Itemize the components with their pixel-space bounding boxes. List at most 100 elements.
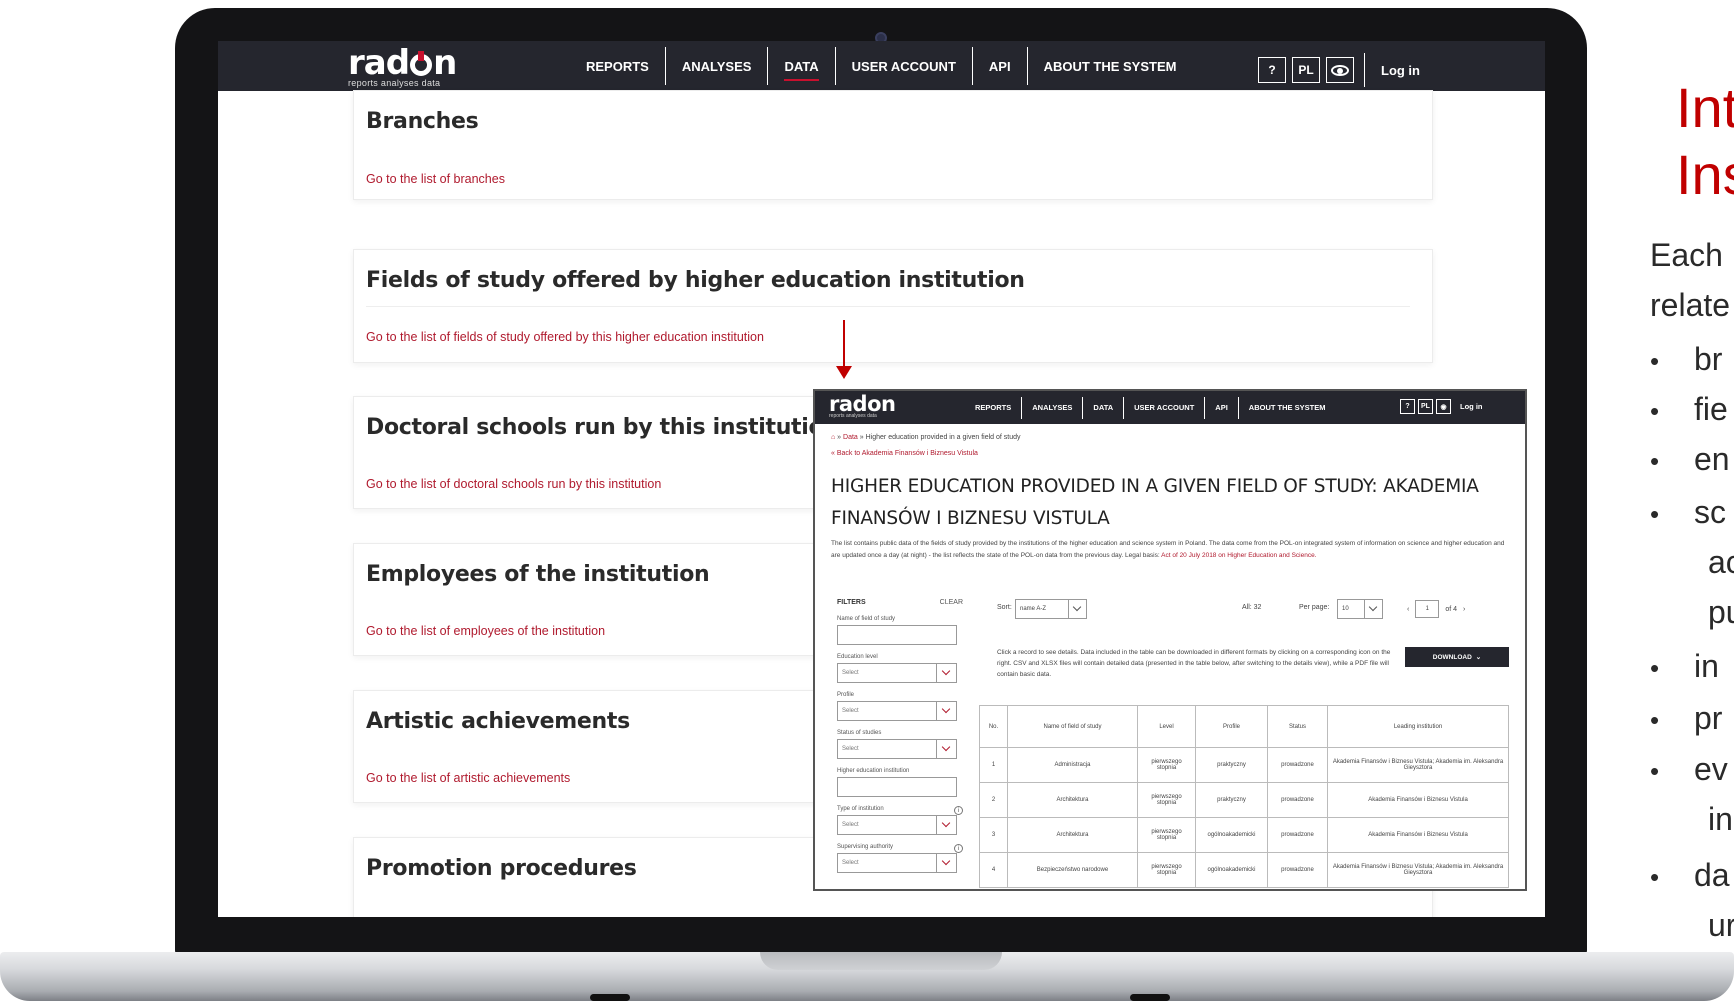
slide-bullet-continuation: in: [1708, 801, 1733, 837]
download-hint: Click a record to see details. Data incl…: [997, 649, 1391, 678]
inset-login-link[interactable]: Log in: [1460, 402, 1483, 411]
sort-bar: Sort: name A-Z All: 32 Per page: 10 ‹ 1 …: [997, 599, 1509, 619]
table-header[interactable]: Profile: [1195, 705, 1268, 748]
profile-select[interactable]: Select: [837, 701, 957, 721]
table-header[interactable]: Status: [1267, 705, 1328, 748]
inset-nav-api[interactable]: API: [1205, 396, 1239, 419]
fields-of-study-table: No. Name of field of study Level Profile…: [979, 705, 1509, 888]
chevron-down-icon: ⌄: [1475, 654, 1482, 661]
info-icon[interactable]: i: [954, 806, 963, 815]
table-row[interactable]: 2 Architektura pierwszego stopnia praktyczn…: [979, 782, 1509, 818]
breadcrumb: ⌂ » Data » Higher education provided in …: [831, 434, 1021, 441]
inset-nav-data[interactable]: DATA: [1083, 396, 1125, 419]
inset-help-button[interactable]: ?: [1400, 399, 1415, 414]
table-row[interactable]: 4 Bezpieczeństwo narodowe pierwszego stopn…: [979, 852, 1509, 888]
section-link[interactable]: Go to the list of artistic achievements: [366, 771, 570, 785]
radon-logo[interactable]: rad n reports analyses data: [348, 45, 457, 88]
prev-page-button[interactable]: ‹: [1407, 606, 1409, 613]
home-icon[interactable]: ⌂: [831, 434, 835, 441]
section-title: Fields of study offered by higher educat…: [366, 268, 1025, 293]
next-page-button[interactable]: ›: [1463, 606, 1465, 613]
slide-bullet: • br: [1650, 341, 1723, 377]
filters-label: FILTERS: [837, 599, 866, 606]
section-fields-of-study: Fields of study offered by higher educat…: [353, 249, 1433, 363]
back-link[interactable]: « Back to Akademia Finansów i Biznesu Vi…: [831, 450, 978, 457]
table-header[interactable]: Leading institution: [1327, 705, 1509, 748]
section-link[interactable]: Go to the list of employees of the insti…: [366, 624, 605, 638]
language-button[interactable]: PL: [1292, 57, 1320, 83]
slide-body-line: Each: [1650, 237, 1723, 273]
laptop-notch: [760, 952, 1002, 970]
info-icon[interactable]: i: [954, 844, 963, 853]
chevron-down-icon: [936, 854, 956, 872]
clear-filters-button[interactable]: CLEAR: [940, 599, 963, 606]
table-row[interactable]: 3 Architektura pierwszego stopnia ogólnoaka…: [979, 817, 1509, 853]
slide-body-line: relate: [1650, 287, 1731, 323]
pagination: ‹ 1 of 4 ›: [1407, 599, 1465, 619]
status-select[interactable]: Select: [837, 739, 957, 759]
inset-logo-tagline: reports analyses data: [829, 413, 877, 419]
section-title: Doctoral schools run by this institution: [366, 415, 839, 440]
breadcrumb-current: Higher education provided in a given fie…: [865, 434, 1021, 441]
inset-language-button[interactable]: PL: [1418, 399, 1433, 414]
section-title: Promotion procedures: [366, 856, 637, 881]
nav-data[interactable]: DATA: [768, 47, 836, 85]
table-header[interactable]: Name of field of study: [1007, 705, 1138, 748]
page-of-label: of 4: [1445, 605, 1458, 613]
chevron-down-icon: [936, 740, 956, 758]
slide-title-line: Inte: [1676, 76, 1734, 139]
slide-bullet-continuation: pu: [1708, 594, 1734, 630]
inset-nav-user-account[interactable]: USER ACCOUNT: [1124, 396, 1206, 419]
section-divider: [366, 306, 1410, 307]
download-button[interactable]: DOWNLOAD ⌄: [1405, 647, 1509, 667]
filter-label: Higher education institution: [837, 768, 910, 774]
field-of-study-input[interactable]: [837, 625, 957, 645]
nav-divider: [1364, 53, 1365, 87]
filter-label: Profile: [837, 692, 855, 698]
nav-user-account[interactable]: USER ACCOUNT: [836, 47, 973, 85]
section-link[interactable]: Go to the list of doctoral schools run b…: [366, 477, 661, 491]
callout-arrow: [843, 320, 845, 370]
institution-input[interactable]: [837, 777, 957, 797]
institution-type-select[interactable]: Select: [837, 815, 957, 835]
section-branches: Branches Go to the list of branches: [353, 90, 1433, 200]
logo-o-icon: [410, 51, 433, 76]
supervising-authority-select[interactable]: Select: [837, 853, 957, 873]
inset-eye-icon[interactable]: ◉: [1436, 399, 1451, 414]
inset-nav-reports[interactable]: REPORTS: [965, 396, 1023, 419]
slide-bullet: • en: [1650, 441, 1730, 477]
nav-about-the-system[interactable]: ABOUT THE SYSTEM: [1028, 47, 1193, 85]
inset-nav: radon reports analyses data REPORTS ANAL…: [815, 391, 1525, 424]
chevron-down-icon: [1068, 600, 1086, 618]
chevron-down-icon: [936, 816, 956, 834]
filters-panel: FILTERS CLEAR Name of field of study Edu…: [837, 599, 963, 882]
legal-basis-link[interactable]: Act of 20 July 2018 on Higher Education …: [1161, 552, 1316, 559]
table-header[interactable]: No.: [979, 705, 1008, 748]
nav-reports[interactable]: REPORTS: [570, 47, 666, 85]
slide-bullet-continuation: ur: [1708, 907, 1734, 943]
inset-nav-analyses[interactable]: ANALYSES: [1022, 396, 1084, 419]
table-row[interactable]: 1 Administracja pierwszego stopnia praktycz…: [979, 747, 1509, 783]
breadcrumb-data[interactable]: Data: [843, 434, 858, 441]
nav-api[interactable]: API: [973, 47, 1028, 85]
section-link[interactable]: Go to the list of branches: [366, 172, 505, 186]
filter-label: Status of studies: [837, 730, 882, 736]
login-link[interactable]: Log in: [1381, 63, 1420, 78]
sort-label: Sort:: [997, 604, 1012, 611]
table-header[interactable]: Level: [1137, 705, 1196, 748]
per-page-label: Per page:: [1299, 604, 1330, 611]
sort-select[interactable]: name A-Z: [1015, 599, 1087, 619]
laptop-foot: [590, 994, 630, 1001]
filter-label: Type of institution: [837, 806, 884, 812]
page-input[interactable]: 1: [1415, 600, 1440, 618]
section-link[interactable]: Go to the list of fields of study offere…: [366, 330, 764, 344]
inset-nav-about[interactable]: ABOUT THE SYSTEM: [1239, 397, 1336, 419]
contrast-button[interactable]: [1326, 57, 1354, 83]
filter-label: Education level: [837, 654, 878, 660]
laptop-foot: [1130, 994, 1170, 1001]
nav-analyses[interactable]: ANALYSES: [666, 47, 769, 85]
inset-screenshot: radon reports analyses data REPORTS ANAL…: [813, 389, 1527, 891]
education-level-select[interactable]: Select: [837, 663, 957, 683]
help-button[interactable]: ?: [1258, 57, 1286, 83]
per-page-select[interactable]: 10: [1337, 599, 1383, 619]
